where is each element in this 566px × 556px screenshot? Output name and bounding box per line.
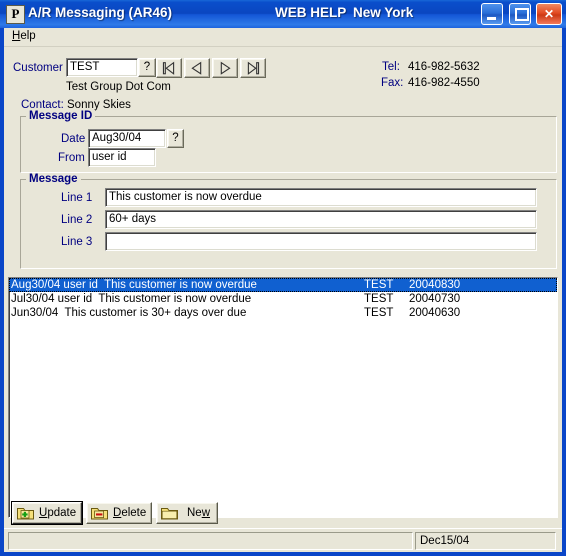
status-date: Dec15/04: [415, 532, 556, 550]
application-window: P A/R Messaging (AR46) WEB HELP New York…: [0, 0, 566, 556]
customer-input[interactable]: TEST: [66, 58, 138, 77]
last-record-icon: [247, 61, 260, 75]
tel-label: Tel:: [382, 61, 400, 73]
nav-first-button[interactable]: [156, 58, 182, 78]
menu-item-help[interactable]: Help: [12, 30, 36, 42]
list-item-key: 20040630: [409, 307, 461, 319]
previous-record-icon: [191, 61, 202, 75]
close-button[interactable]: ✕: [536, 3, 562, 25]
title-bar: P A/R Messaging (AR46) WEB HELP New York…: [0, 0, 566, 28]
maximize-button[interactable]: [508, 3, 531, 25]
new-button-label: New: [187, 507, 211, 519]
region-label: New York: [353, 5, 414, 20]
customer-lookup-button[interactable]: ?: [138, 58, 156, 77]
list-item-customer: TEST: [364, 307, 394, 319]
message-group-title: Message: [26, 173, 81, 185]
line3-input[interactable]: [105, 232, 537, 251]
nav-last-button[interactable]: [240, 58, 266, 78]
update-button-label: Update: [39, 507, 77, 519]
new-accel: w: [201, 507, 211, 519]
new-button[interactable]: New: [156, 502, 218, 524]
list-item[interactable]: Aug30/04 user id This customer is now ov…: [9, 278, 557, 292]
status-bar: Dec15/04: [4, 528, 562, 552]
delete-accel: D: [113, 507, 122, 519]
client-area: Help Customer TEST ? Tel: 416-982-5632 F…: [4, 28, 562, 528]
fax-value: 416-982-4550: [408, 77, 480, 89]
date-lookup-button[interactable]: ?: [167, 129, 184, 148]
update-folder-icon: [17, 508, 34, 520]
date-label: Date: [61, 133, 86, 145]
from-input[interactable]: user id: [88, 148, 156, 167]
status-message: [8, 532, 413, 550]
list-item-customer: TEST: [364, 279, 394, 291]
window-title: A/R Messaging (AR46): [28, 5, 173, 20]
delete-button-label: Delete: [113, 507, 147, 519]
list-item[interactable]: Jul30/04 user id This customer is now ov…: [9, 292, 557, 306]
from-label: From: [58, 152, 85, 164]
customer-label: Customer: [13, 62, 63, 74]
message-id-group-title: Message ID: [26, 110, 96, 122]
minimize-button[interactable]: [481, 3, 504, 25]
list-item-text: Jul30/04 user id This customer is now ov…: [11, 293, 252, 305]
line3-label: Line 3: [61, 236, 93, 248]
list-item-customer: TEST: [364, 293, 394, 305]
list-item-key: 20040730: [409, 293, 461, 305]
delete-folder-icon: [91, 508, 108, 520]
line2-input[interactable]: 60+ days: [105, 210, 537, 229]
update-button[interactable]: Update: [12, 502, 82, 524]
maximize-icon: [514, 8, 529, 21]
delete-button[interactable]: Delete: [86, 502, 152, 524]
next-record-icon: [220, 61, 231, 75]
nav-prev-button[interactable]: [184, 58, 210, 78]
web-help-link[interactable]: WEB HELP: [275, 5, 346, 20]
list-item-text: Jun30/04 This customer is 30+ days over …: [11, 307, 247, 319]
tel-value: 416-982-5632: [408, 61, 480, 73]
customer-name: Test Group Dot Com: [66, 81, 171, 93]
list-item[interactable]: Jun30/04 This customer is 30+ days over …: [9, 306, 557, 320]
app-icon: P: [6, 5, 25, 24]
line2-label: Line 2: [61, 214, 93, 226]
line1-input[interactable]: This customer is now overdue: [105, 188, 537, 207]
nav-next-button[interactable]: [212, 58, 238, 78]
message-history-list[interactable]: Aug30/04 user id This customer is now ov…: [8, 277, 558, 518]
first-record-icon: [162, 61, 175, 75]
minimize-icon: [487, 17, 497, 20]
window-controls: ✕: [479, 3, 562, 25]
new-folder-icon: [161, 508, 178, 520]
close-icon: ✕: [543, 7, 555, 21]
window-frame-bottom: [0, 552, 566, 556]
list-item-text: Aug30/04 user id This customer is now ov…: [11, 279, 257, 291]
line1-label: Line 1: [61, 192, 93, 204]
menu-help-rest: elp: [20, 30, 36, 42]
menu-bar: Help: [4, 28, 562, 47]
update-accel: U: [39, 507, 48, 519]
date-input[interactable]: Aug30/04: [88, 129, 166, 148]
list-item-key: 20040830: [409, 279, 461, 291]
fax-label: Fax:: [381, 77, 404, 89]
